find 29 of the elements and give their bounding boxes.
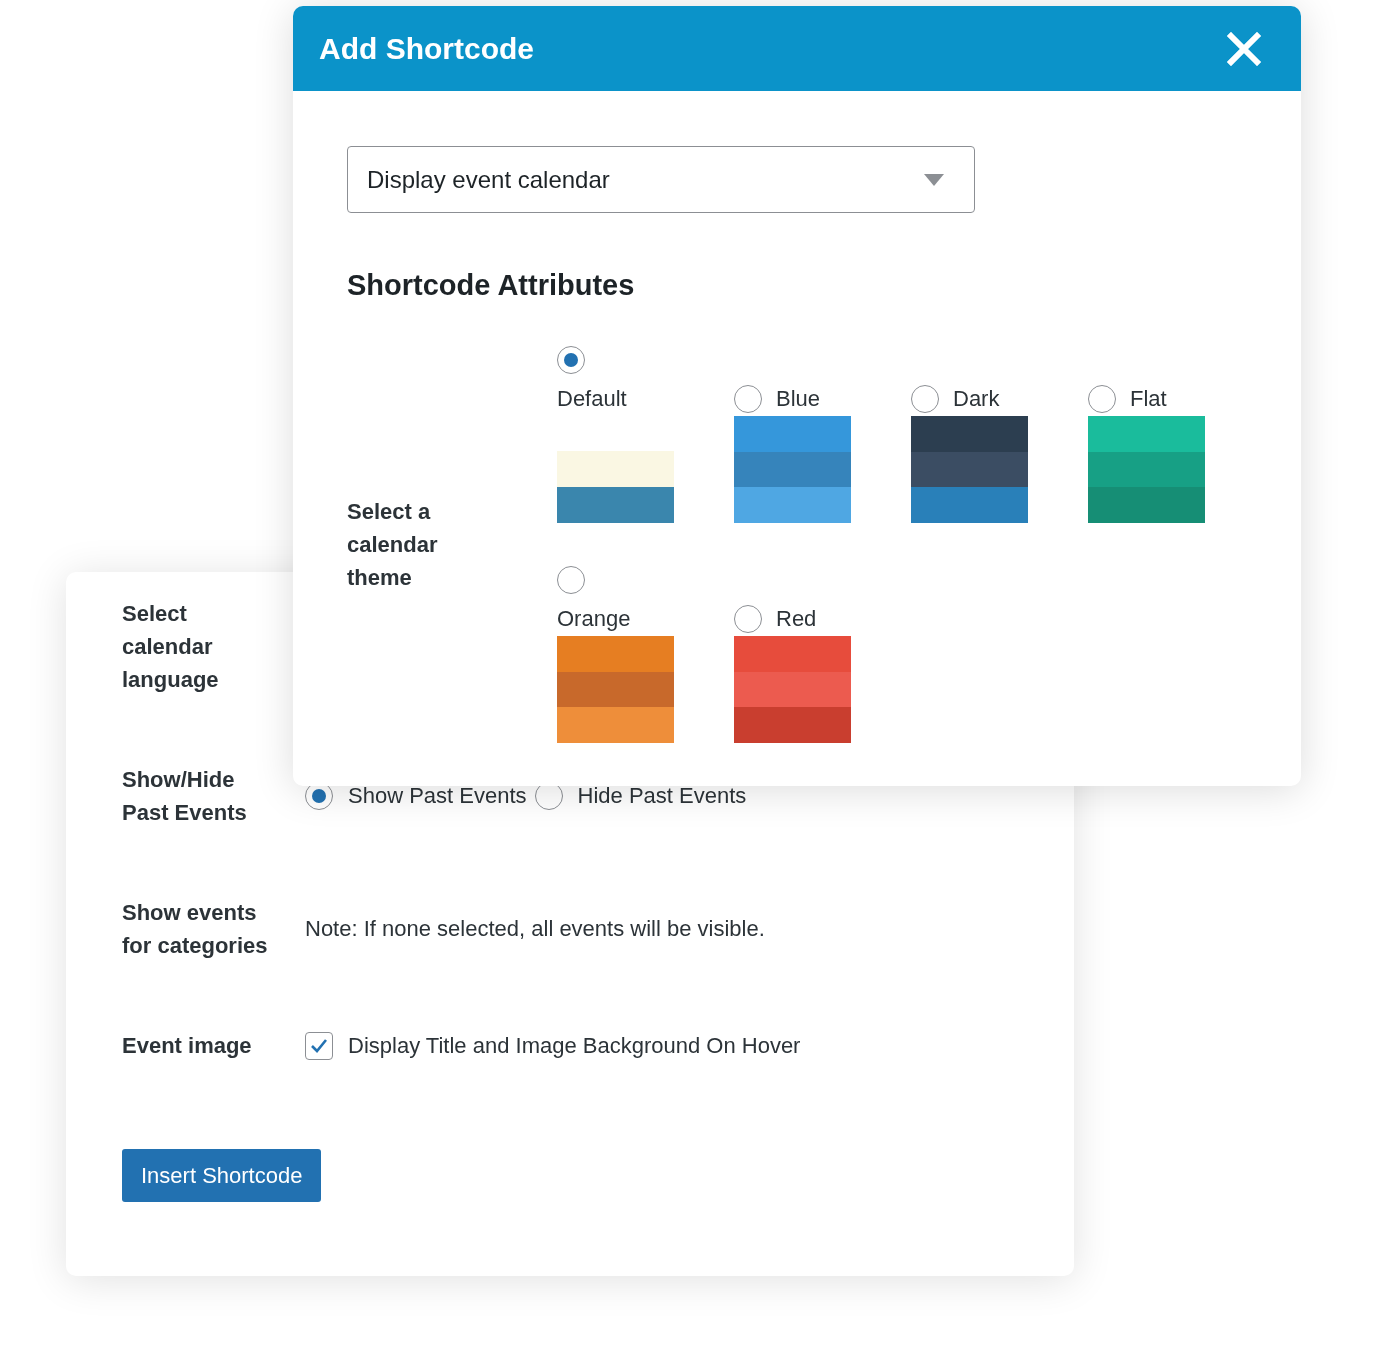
field-label: Event image [122, 1032, 253, 1060]
dialog-title: Add Shortcode [319, 31, 534, 66]
theme-label: Blue [776, 385, 821, 413]
radio-button[interactable] [734, 605, 762, 633]
radio-button[interactable] [911, 385, 939, 413]
section-heading: Shortcode Attributes [347, 269, 636, 302]
radio-button[interactable] [557, 566, 585, 594]
radio-button[interactable] [1088, 385, 1116, 413]
theme-label: Dark [953, 385, 1000, 413]
radio-label: Show Past Events [348, 783, 527, 809]
insert-shortcode-button[interactable]: Insert Shortcode [122, 1149, 322, 1202]
radio-button[interactable] [557, 346, 585, 374]
shortcode-dropdown[interactable]: Display event calendar [347, 146, 975, 213]
close-icon [1227, 31, 1261, 66]
theme-label: Red [776, 605, 817, 633]
radio-button[interactable] [734, 385, 762, 413]
note-text: Note: If none selected, all events will be visible. [305, 916, 765, 942]
theme-label: Orange [557, 605, 631, 633]
theme-label: Default [557, 385, 627, 413]
close-button[interactable] [1227, 31, 1261, 66]
checkbox[interactable] [305, 1031, 333, 1060]
radio-label: Hide Past Events [577, 783, 747, 809]
field-label: Select calendar language [122, 600, 220, 694]
caret-icon [924, 173, 944, 186]
checkbox-label: Display Title and Image Background On Hover [348, 1032, 801, 1059]
field-label: Select a calendar theme [347, 498, 439, 592]
field-label: Show events for categories [122, 899, 269, 960]
theme-label: Flat [1130, 385, 1167, 413]
field-label: Show/Hide Past Events [122, 766, 248, 827]
